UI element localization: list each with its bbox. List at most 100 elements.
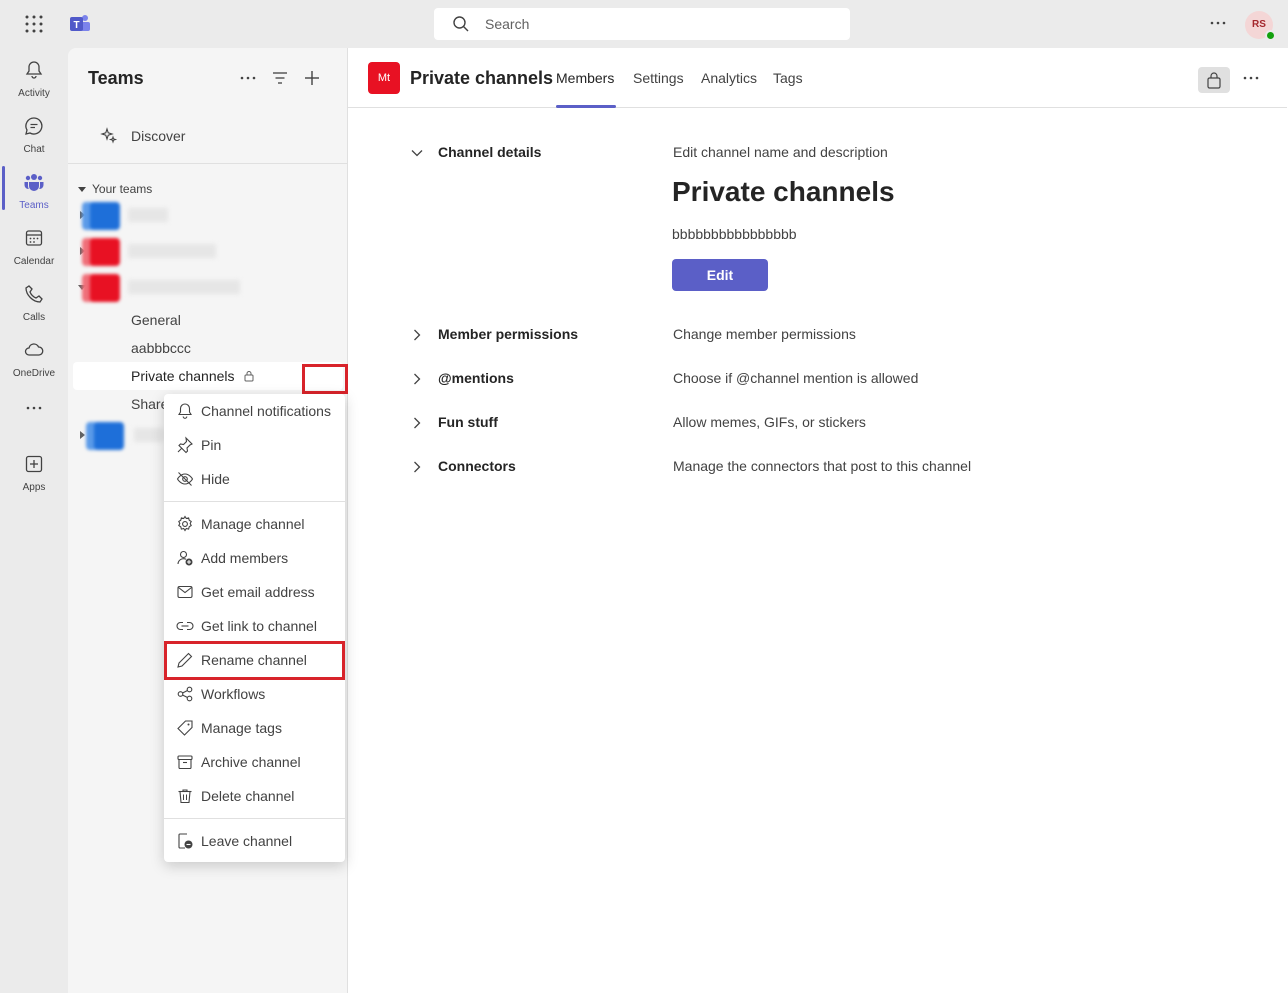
- menu-item-manage-channel[interactable]: Manage channel: [164, 507, 345, 541]
- more-options-icon[interactable]: [238, 68, 258, 88]
- rail-item-chat[interactable]: Chat: [0, 110, 68, 166]
- team-row-expanded[interactable]: [78, 272, 338, 302]
- channel-item-aabbbccc[interactable]: aabbbccc: [73, 334, 343, 362]
- link-icon: [176, 621, 194, 631]
- channel-item-general[interactable]: General: [73, 306, 343, 334]
- menu-item-label: Get link to channel: [201, 618, 317, 634]
- main-content: Mt Private channels Members Settings Ana…: [348, 48, 1288, 993]
- channel-context-menu: Channel notifications Pin Hide Manage ch…: [164, 394, 345, 862]
- menu-item-pin[interactable]: Pin: [164, 428, 345, 462]
- team-avatar: [94, 422, 124, 450]
- search-icon: [453, 16, 469, 32]
- tab-analytics[interactable]: Analytics: [701, 70, 757, 86]
- section-description: Edit channel name and description: [673, 144, 888, 160]
- menu-item-label: Workflows: [201, 686, 266, 702]
- menu-item-delete-channel[interactable]: Delete channel: [164, 779, 345, 813]
- section-description: Allow memes, GIFs, or stickers: [673, 414, 866, 430]
- menu-item-leave-channel[interactable]: Leave channel: [164, 824, 345, 858]
- menu-item-label: Leave channel: [201, 833, 293, 849]
- chat-icon: [25, 117, 43, 135]
- rail-item-activity[interactable]: Activity: [0, 54, 68, 110]
- channel-avatar: Mt: [368, 62, 400, 94]
- eye-off-icon: [176, 472, 194, 486]
- active-tab-indicator: [556, 105, 616, 108]
- menu-divider: [164, 818, 345, 819]
- search-placeholder: Search: [485, 16, 530, 32]
- menu-item-get-link-to-channel[interactable]: Get link to channel: [164, 609, 345, 643]
- your-teams-header[interactable]: Your teams: [78, 182, 152, 196]
- more-options-icon[interactable]: [1241, 68, 1261, 88]
- more-options-icon[interactable]: [1207, 12, 1229, 34]
- rail-item-more[interactable]: [0, 392, 68, 448]
- team-row[interactable]: [78, 200, 338, 230]
- mail-icon: [177, 585, 193, 599]
- team-avatar: [90, 238, 120, 266]
- menu-item-archive-channel[interactable]: Archive channel: [164, 745, 345, 779]
- bell-icon: [25, 61, 43, 79]
- rail-item-calendar[interactable]: Calendar: [0, 222, 68, 278]
- chevron-right-icon: [80, 211, 85, 219]
- team-name-redacted: [128, 208, 168, 222]
- add-icon[interactable]: [302, 68, 322, 88]
- channel-label: Share: [131, 396, 169, 412]
- add-app-icon: [25, 455, 43, 473]
- pin-icon: [177, 436, 193, 454]
- channel-label: Private channels: [131, 368, 235, 384]
- discover-item[interactable]: Discover: [68, 108, 347, 164]
- rail-item-apps[interactable]: Apps: [0, 448, 68, 504]
- section-heading: Fun stuff: [438, 414, 498, 430]
- menu-item-label: Archive channel: [201, 754, 301, 770]
- menu-item-get-email-address[interactable]: Get email address: [164, 575, 345, 609]
- person-add-icon: [177, 550, 193, 566]
- menu-item-channel-notifications[interactable]: Channel notifications: [164, 394, 345, 428]
- menu-item-label: Manage tags: [201, 720, 282, 736]
- rail-label: Calendar: [13, 256, 55, 267]
- search-box[interactable]: Search: [434, 8, 850, 40]
- menu-item-manage-tags[interactable]: Manage tags: [164, 711, 345, 745]
- channel-title: Private channels: [410, 68, 554, 88]
- app-launcher-icon[interactable]: [24, 14, 44, 34]
- leave-icon: [178, 833, 193, 849]
- rail-item-onedrive[interactable]: OneDrive: [0, 334, 68, 390]
- section-heading: @mentions: [438, 370, 514, 386]
- phone-icon: [25, 285, 43, 303]
- rail-label: Apps: [22, 482, 46, 493]
- menu-item-label: Hide: [201, 471, 230, 487]
- filter-icon[interactable]: [270, 68, 290, 88]
- team-name-redacted: [128, 244, 216, 258]
- chevron-right-icon: [414, 329, 421, 341]
- edit-button[interactable]: Edit: [672, 259, 768, 291]
- rail-label: Chat: [23, 144, 45, 155]
- presence-available-icon: [1265, 30, 1276, 41]
- menu-item-label: Delete channel: [201, 788, 295, 804]
- menu-item-hide[interactable]: Hide: [164, 462, 345, 496]
- tab-tags[interactable]: Tags: [773, 70, 803, 86]
- section-description: Manage the connectors that post to this …: [673, 458, 972, 474]
- rail-item-teams[interactable]: Teams: [0, 166, 68, 222]
- channel-label: General: [131, 312, 181, 328]
- channel-item-private-channels[interactable]: Private channels: [73, 362, 348, 394]
- chevron-right-icon: [414, 461, 421, 473]
- gear-icon: [178, 515, 192, 532]
- channel-description-display: bbbbbbbbbbbbbbbb: [672, 226, 797, 242]
- menu-divider: [164, 501, 345, 502]
- top-bar: T Search RS: [0, 0, 1288, 48]
- rail-label: Activity: [18, 88, 50, 99]
- private-channel-button[interactable]: [1198, 67, 1230, 93]
- team-row[interactable]: [78, 236, 338, 266]
- chevron-down-icon: [78, 187, 86, 193]
- user-avatar[interactable]: RS: [1245, 11, 1276, 41]
- tab-settings[interactable]: Settings: [633, 70, 684, 86]
- menu-item-add-members[interactable]: Add members: [164, 541, 345, 575]
- tab-members[interactable]: Members: [556, 70, 614, 86]
- lock-icon: [244, 371, 254, 382]
- section-heading: Channel details: [438, 144, 542, 160]
- lock-icon: [1207, 72, 1221, 89]
- cloud-icon: [24, 343, 44, 356]
- rail-item-calls[interactable]: Calls: [0, 278, 68, 334]
- sparkle-icon: [100, 127, 118, 144]
- section-description: Change member permissions: [673, 326, 856, 342]
- menu-item-label: Get email address: [201, 584, 315, 600]
- menu-item-workflows[interactable]: Workflows: [164, 677, 345, 711]
- panel-title: Teams: [88, 68, 144, 88]
